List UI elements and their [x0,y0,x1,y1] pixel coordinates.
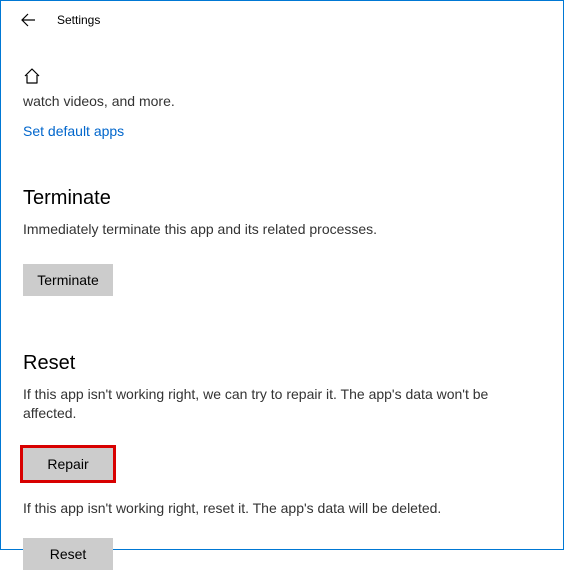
reset-heading: Reset [23,352,541,375]
truncated-description: watch videos, and more. [23,93,541,109]
title-bar: Settings [1,1,563,39]
terminate-heading: Terminate [23,187,541,210]
set-default-apps-link[interactable]: Set default apps [23,123,124,139]
reset-button[interactable]: Reset [23,538,113,570]
terminate-description: Immediately terminate this app and its r… [23,220,503,240]
home-icon [23,67,41,85]
home-button[interactable] [23,67,41,85]
reset-description: If this app isn't working right, reset i… [23,500,503,516]
arrow-left-icon [20,12,36,28]
content-area: watch videos, and more. Set default apps… [1,39,563,570]
window-title: Settings [57,13,100,27]
back-button[interactable] [19,11,37,29]
terminate-button[interactable]: Terminate [23,264,113,296]
terminate-section: Terminate Immediately terminate this app… [23,187,541,296]
repair-description: If this app isn't working right, we can … [23,385,503,424]
repair-button[interactable]: Repair [23,448,113,480]
reset-section: Reset If this app isn't working right, w… [23,352,541,570]
